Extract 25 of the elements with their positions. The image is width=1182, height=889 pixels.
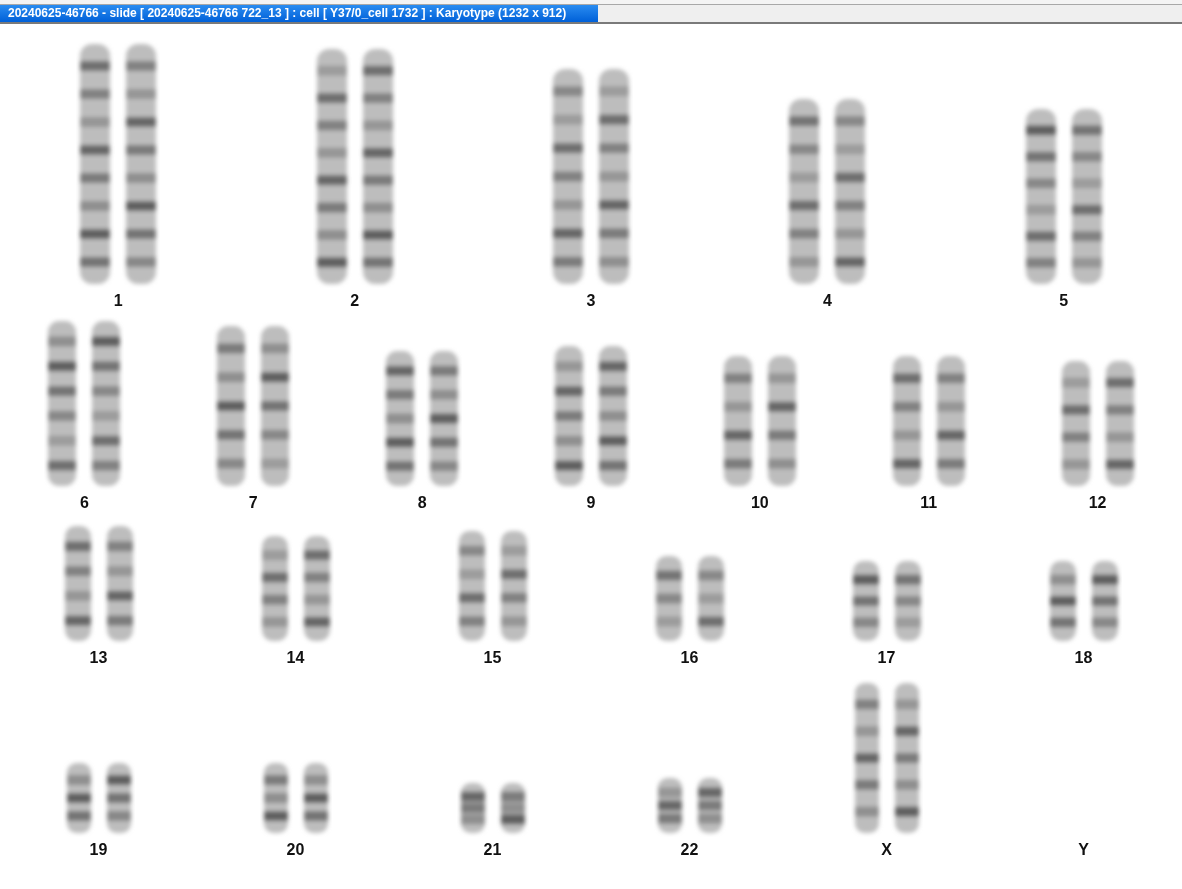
chromosome-label: 22: [680, 841, 699, 859]
chromosome-label: 13: [89, 649, 108, 667]
chromosome-label: 7: [248, 494, 258, 512]
chromosome-label: Y: [1078, 841, 1089, 859]
chromosome-label: 19: [89, 841, 108, 859]
chromosome-label: 21: [483, 841, 502, 859]
chromosome-label: 8: [417, 494, 427, 512]
chromosome-label: 2: [350, 292, 360, 310]
chromosome-label: 12: [1088, 494, 1107, 512]
chromosome-label: 9: [586, 494, 596, 512]
chromosome-label: 18: [1074, 649, 1093, 667]
chromosome-label: 5: [1059, 292, 1069, 310]
chromosome-label: 10: [750, 494, 769, 512]
chromosome-label: 14: [286, 649, 305, 667]
window-title: 20240625-46766 - slide [ 20240625-46766 722_13 ] : cell [ Y37/0_cell 1732 ] : Karyotype (1232 x 912): [0, 5, 598, 22]
chromosome-label: 4: [822, 292, 832, 310]
chromosome-label: 20: [286, 841, 305, 859]
chromosome-label: 15: [483, 649, 502, 667]
chromosome-label: 11: [920, 494, 938, 512]
chromosome-label: X: [881, 841, 892, 859]
chromosome-label: 1: [113, 292, 123, 310]
chromosome-label: 3: [586, 292, 596, 310]
chromosome-label: 16: [680, 649, 699, 667]
chromosome-label: 17: [877, 649, 896, 667]
chromosome-label: 6: [79, 494, 89, 512]
